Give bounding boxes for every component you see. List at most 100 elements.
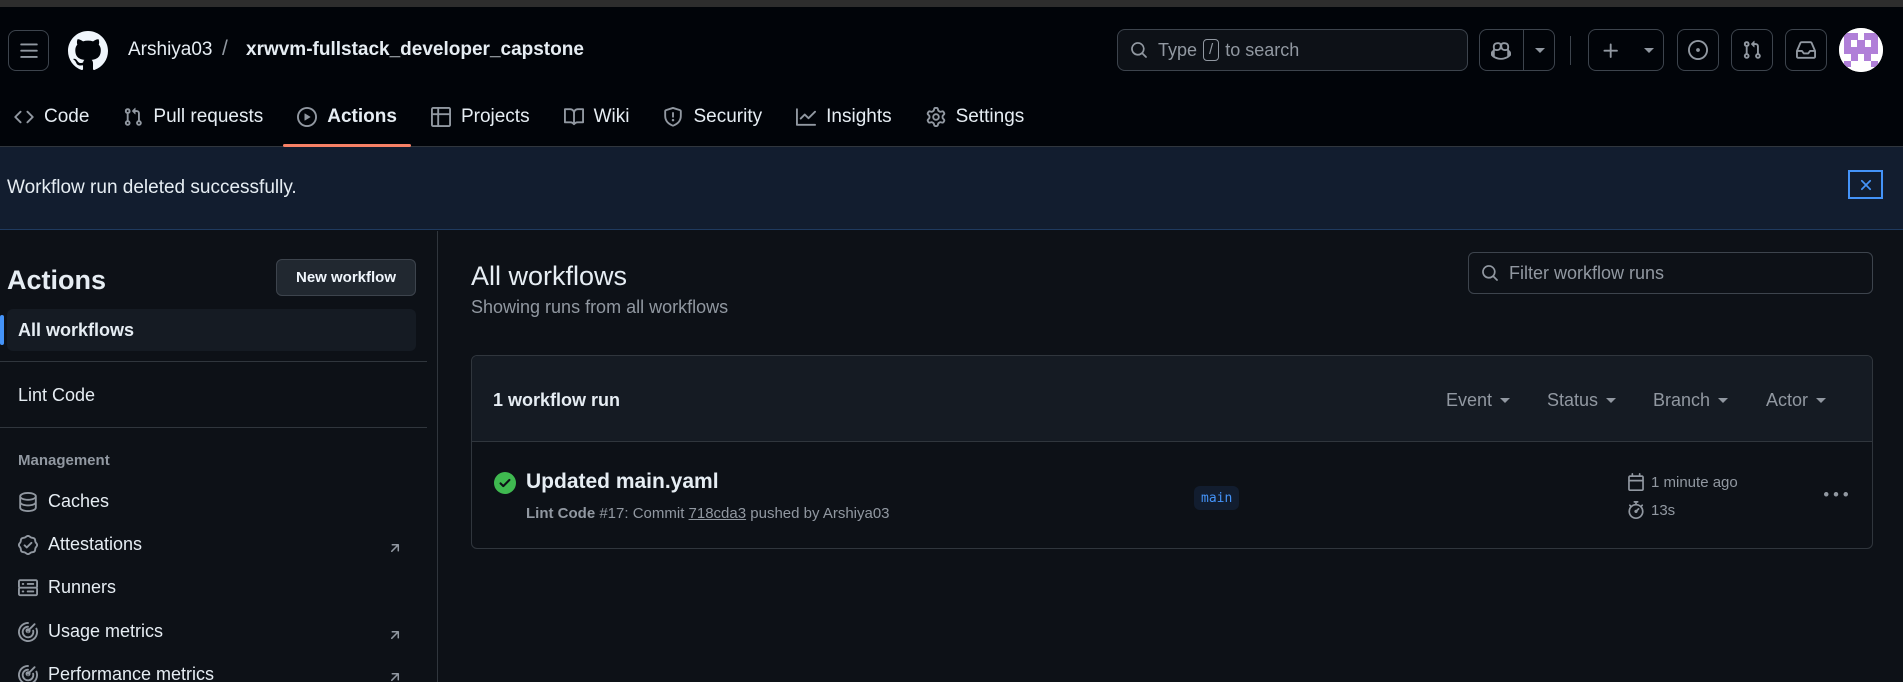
global-header: Arshiya03 / xrwvm-fullstack_developer_ca… [0,0,1903,147]
repository-tabs: Code Pull requests Actions Projects Wiki [0,95,1044,147]
tab-label: Insights [826,106,892,127]
chevron-down-icon [1500,398,1511,403]
create-new-button[interactable] [1588,29,1664,71]
copilot-button[interactable] [1479,29,1555,71]
search-icon [1482,265,1498,281]
pull-requests-button[interactable] [1731,29,1773,71]
search-placeholder-suffix: to search [1225,39,1300,60]
tab-label: Projects [460,106,530,127]
workflow-runs-box: 1 workflow run Event Status Branch Actor… [471,355,1873,549]
run-time-text: 1 minute ago [1651,473,1738,491]
graph-icon [796,108,817,126]
code-icon [14,110,34,124]
sidebar-item-caches[interactable]: Caches [18,491,109,512]
issues-button[interactable] [1677,29,1719,71]
tab-label: Actions [327,106,397,127]
sidebar-item-usage-metrics[interactable]: Usage metrics [18,621,163,642]
tab-label: Settings [955,106,1025,127]
run-duration-text: 13s [1651,501,1676,519]
chevron-down-icon[interactable] [1535,48,1545,53]
actions-sidebar: Actions New workflow All workflows Lint … [0,231,438,682]
search-icon [1131,42,1147,58]
tab-wiki[interactable]: Wiki [550,95,644,139]
inbox-icon [1796,41,1816,59]
check-circle-fill-icon [494,472,516,494]
sidebar-item-performance-metrics[interactable]: Performance metrics [18,664,214,682]
tab-insights[interactable]: Insights [782,95,905,139]
notifications-button[interactable] [1785,29,1827,71]
menu-button[interactable] [8,30,49,71]
tab-security[interactable]: Security [649,95,776,139]
filter-label: Event [1446,390,1493,410]
arrow-up-right-icon [390,544,400,553]
runs-count: 1 workflow run [493,390,621,410]
run-commit-prefix: : Commit [624,505,685,522]
identicon-avatar [1839,28,1883,72]
global-search-input[interactable]: Type / to search [1117,29,1468,71]
tab-code[interactable]: Code [0,95,103,139]
tab-label: Code [44,106,90,127]
sidebar-item-label: Lint Code [18,385,96,405]
user-avatar[interactable] [1839,28,1883,72]
git-pull-request-icon [125,107,143,126]
book-icon [563,108,584,126]
header-divider [1570,36,1571,65]
run-duration: 13s [1627,501,1675,519]
calendar-icon [1628,473,1644,491]
run-number: #17 [599,505,625,522]
new-workflow-button[interactable]: New workflow [276,259,416,296]
meter-icon [18,664,38,682]
event-filter-button[interactable]: Event [1446,390,1511,411]
run-title-link[interactable]: Updated main.yaml [526,470,719,494]
sidebar-divider [0,427,427,428]
breadcrumb-repo[interactable]: xrwvm-fullstack_developer_capstone [246,39,584,61]
close-icon [1860,179,1871,190]
github-logo[interactable] [68,31,108,71]
flash-close-button[interactable] [1848,170,1883,199]
tab-actions[interactable]: Actions [283,95,411,147]
stopwatch-icon [1628,501,1644,519]
sidebar-item-label: Caches [48,491,110,511]
actor-filter-button[interactable]: Actor [1766,390,1827,411]
workflow-run-row[interactable]: Updated main.yaml Lint Code #17: Commit … [472,443,1872,548]
search-shortcut-key: / [1203,39,1220,61]
chevron-down-icon [1644,48,1654,53]
run-meta: Lint Code #17: Commit 718cda3 pushed by … [526,505,890,522]
sidebar-item-label: Attestations [48,534,143,554]
runs-header: 1 workflow run Event Status Branch Actor [472,356,1872,442]
hamburger-icon [19,43,38,58]
sidebar-item-all-workflows[interactable]: All workflows [7,309,416,351]
play-icon [297,107,318,127]
tab-projects[interactable]: Projects [417,95,544,139]
database-icon [19,491,37,512]
run-timestamp: 1 minute ago [1627,473,1738,491]
breadcrumb-owner[interactable]: Arshiya03 [128,39,213,61]
sidebar-item-label: Performance metrics [48,664,215,682]
sidebar-divider [0,361,427,362]
filter-runs-input[interactable]: Filter workflow runs [1468,252,1873,294]
kebab-horizontal-icon[interactable] [1824,483,1848,507]
sidebar-item-runners[interactable]: Runners [18,577,116,598]
branch-filter-button[interactable]: Branch [1653,390,1729,411]
table-icon [430,107,451,127]
filter-label: Branch [1653,390,1711,410]
run-workflow-name: Lint Code [526,505,596,522]
run-pushed-by: pushed by Arshiya03 [750,505,890,522]
tab-label: Wiki [593,106,630,127]
flash-message: Workflow run deleted successfully. [7,177,297,198]
sidebar-item-label: Runners [48,577,117,597]
tab-settings[interactable]: Settings [912,95,1039,139]
branch-tag[interactable]: main [1194,486,1240,510]
arrow-up-right-icon [390,631,400,640]
breadcrumb-separator: / [222,37,228,60]
commit-sha-link[interactable]: 718cda3 [689,505,747,522]
status-filter-button[interactable]: Status [1547,390,1617,411]
tab-pull-requests[interactable]: Pull requests [109,95,277,139]
sidebar-item-lint-code[interactable]: Lint Code [18,385,95,406]
gear-icon [926,107,945,127]
plus-icon [1603,43,1618,58]
search-placeholder-prefix: Type [1158,39,1198,60]
issue-opened-icon [1688,40,1708,60]
sidebar-item-attestations[interactable]: Attestations [18,534,142,555]
tab-label: Pull requests [153,106,264,127]
